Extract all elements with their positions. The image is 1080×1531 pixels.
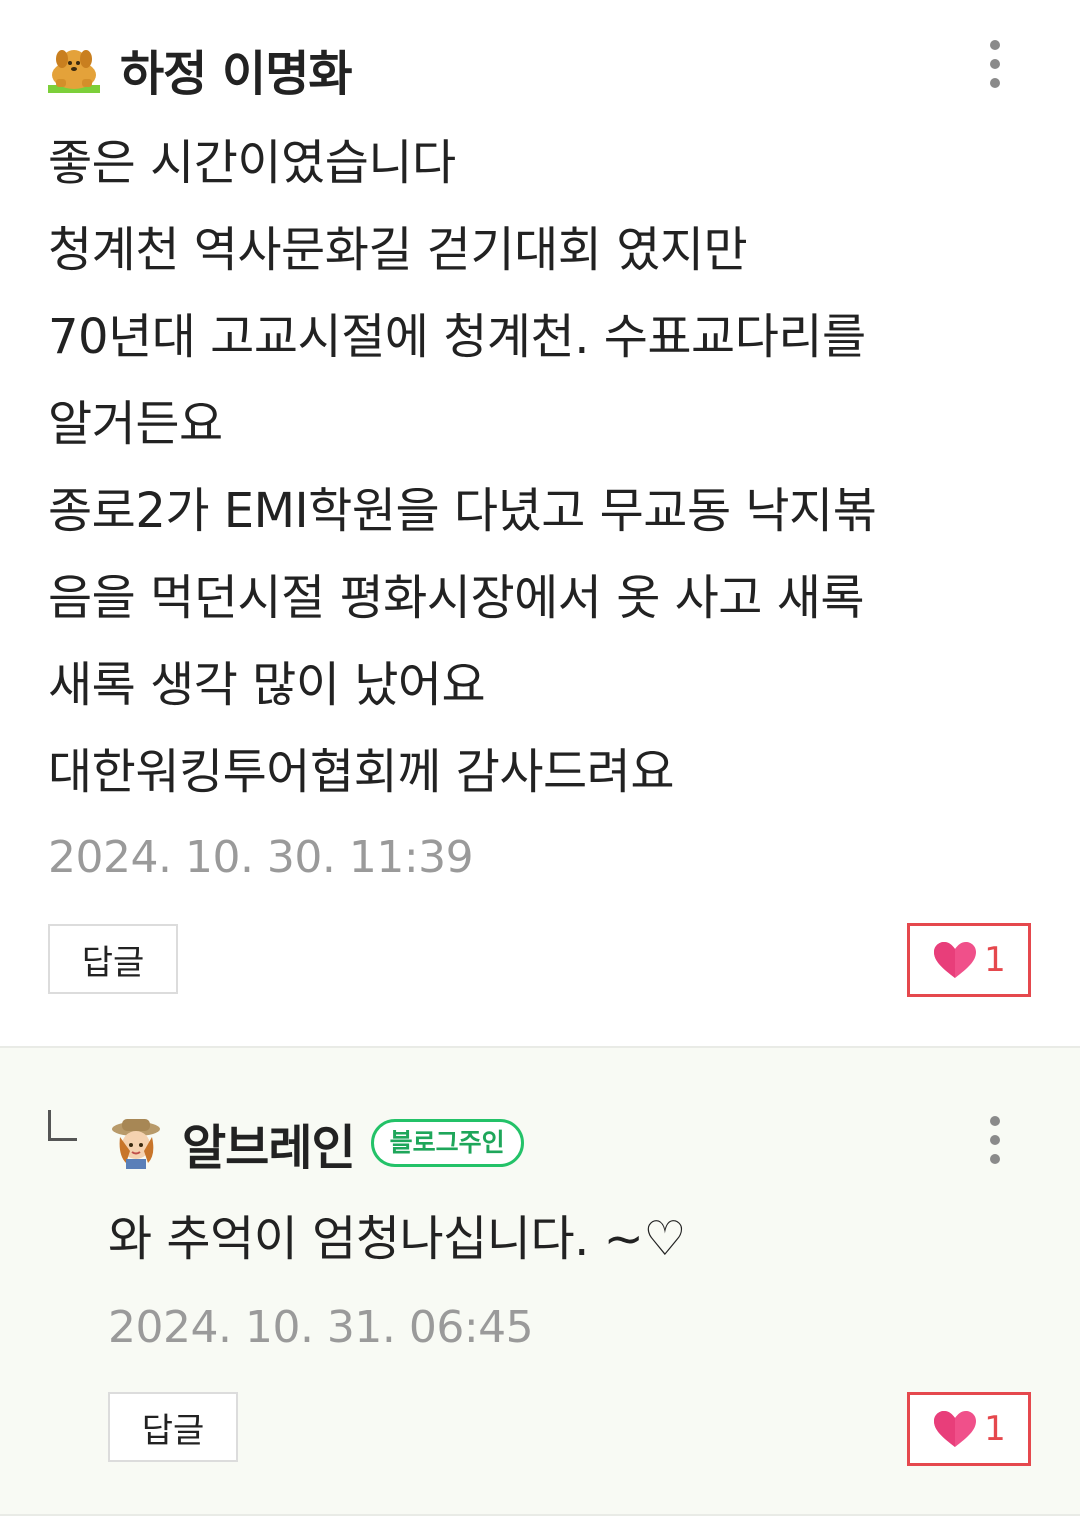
more-options-icon[interactable] [976,1110,1016,1170]
comment-header: 하정 이명화 [46,34,353,104]
like-count: 1 [984,940,1006,980]
like-button[interactable]: 1 [907,1392,1031,1466]
comment-text-line: 새록 생각 많이 났어요 [48,657,486,713]
comment-text-line: 좋은 시간이였습니다 [48,135,456,191]
blog-owner-badge: 블로그주인 [370,1119,524,1167]
comment-text-line: 청계천 역사문화길 걷기대회 였지만 [48,222,748,278]
reply-author-name[interactable]: 알브레인 [182,1108,356,1178]
comment-text-line: 대한워킹투어협회께 감사드려요 [48,744,675,800]
comment-item: 하정 이명화 좋은 시간이였습니다 청계천 역사문화길 걷기대회 였지만 70년… [0,0,1080,1046]
comment-timestamp: 2024. 10. 30. 11:39 [48,832,474,883]
heart-icon [932,1409,978,1449]
divider [0,1514,1080,1516]
reply-comment-item: 알브레인 블로그주인 와 추억이 엄청나십니다. ~♡ 2024. 10. 31… [0,1046,1080,1516]
comment-text-line: 종로2가 EMI학원을 다녔고 무교동 낙지볶 [48,483,877,539]
more-options-icon[interactable] [976,34,1016,94]
comment-body: 좋은 시간이였습니다 청계천 역사문화길 걷기대회 였지만 70년대 고교시절에… [48,120,877,816]
dog-peeking-icon[interactable] [46,41,102,97]
reply-header: 알브레인 블로그주인 [108,1108,524,1178]
explorer-hat-avatar-icon[interactable] [108,1115,164,1171]
reply-button[interactable]: 답글 [108,1392,238,1462]
comment-text-line: 음을 먹던시절 평화시장에서 옷 사고 새록 [48,570,865,626]
comment-author-name[interactable]: 하정 이명화 [120,34,353,104]
reply-body: 와 추억이 엄청나십니다. ~♡ [108,1196,686,1283]
comment-text-line: 알거든요 [48,396,223,452]
reply-button[interactable]: 답글 [48,924,178,994]
like-button[interactable]: 1 [907,923,1031,997]
heart-icon [932,940,978,980]
reply-indicator-icon [48,1110,77,1141]
comment-text-line: 70년대 고교시절에 청계천. 수표교다리를 [48,309,866,365]
like-count: 1 [984,1409,1006,1449]
reply-text-line: 와 추억이 엄청나십니다. ~♡ [108,1211,686,1267]
reply-timestamp: 2024. 10. 31. 06:45 [108,1302,534,1353]
